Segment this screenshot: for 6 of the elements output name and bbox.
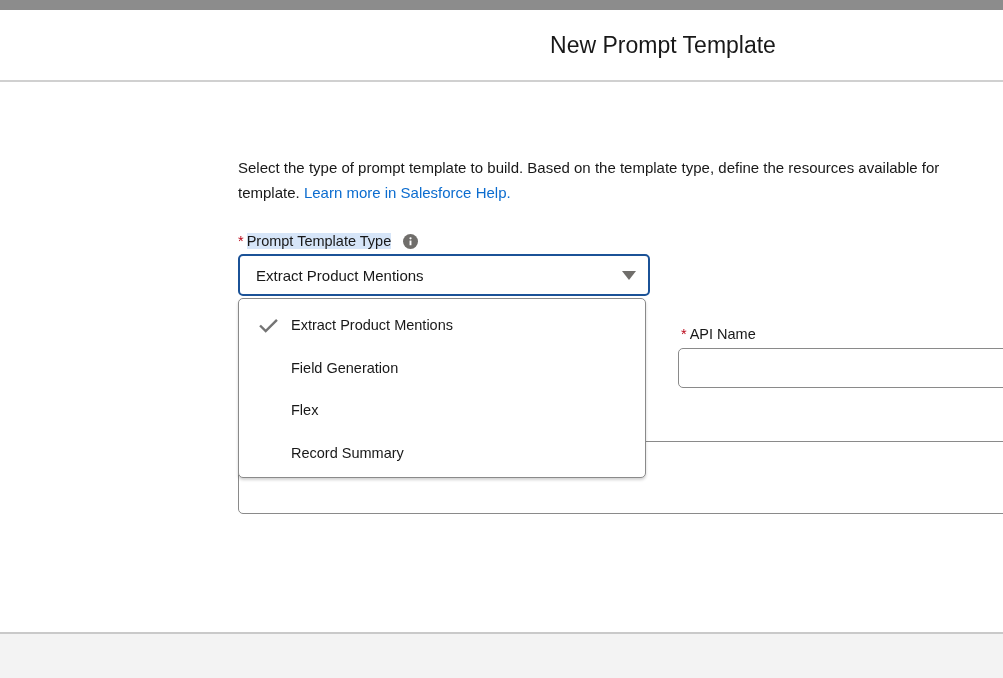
modal-title: New Prompt Template — [550, 31, 776, 59]
field-label: API Name — [689, 326, 756, 342]
field-label: Prompt Template Type — [246, 233, 392, 249]
required-asterisk: * — [238, 233, 244, 249]
description-text: Select the type of prompt template to build. Based on the template type, define the resources available for template. Learn more in Salesforce Help. — [238, 158, 941, 203]
required-asterisk: * — [681, 326, 687, 342]
